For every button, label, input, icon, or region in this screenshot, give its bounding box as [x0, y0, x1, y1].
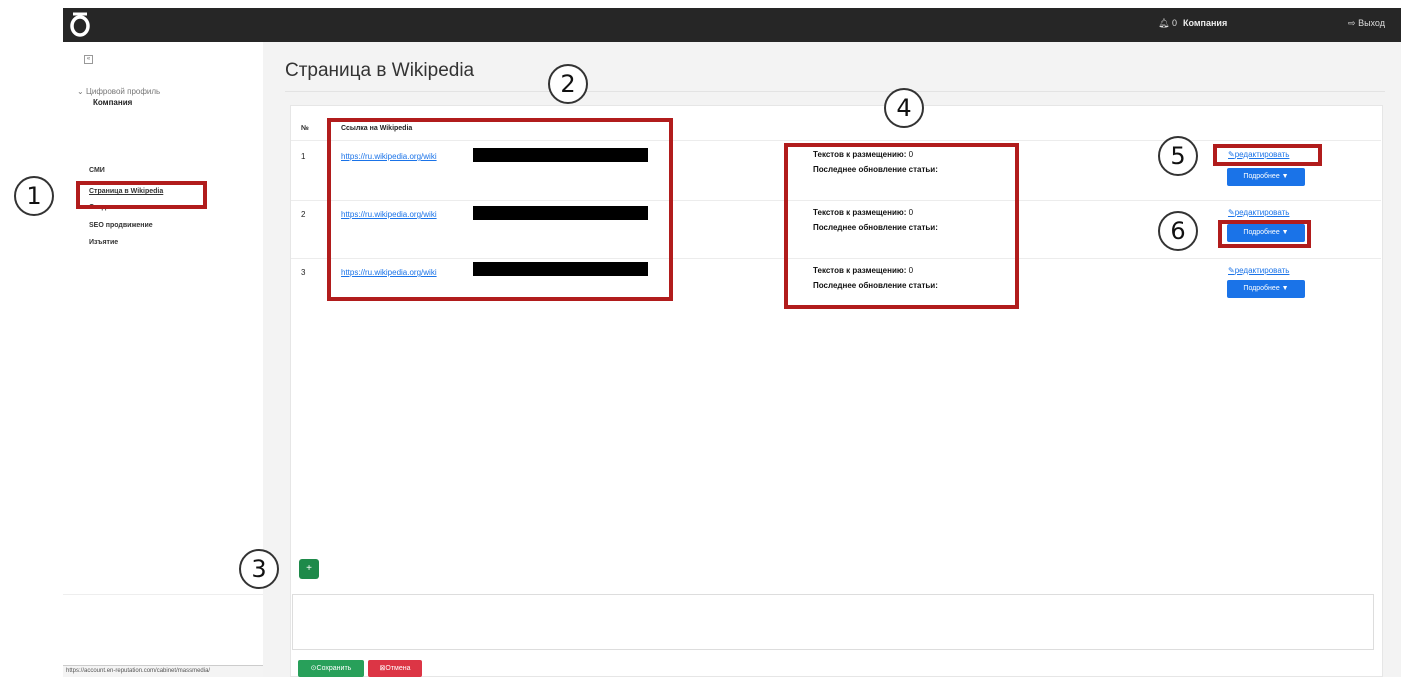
sidebar-item-removal[interactable]: Изъятие — [89, 239, 118, 246]
save-button[interactable]: ⊙Сохранить — [298, 660, 364, 677]
cancel-label: Отмена — [385, 665, 411, 672]
annotation-box-6 — [1218, 220, 1311, 248]
cancel-button[interactable]: ⊠Отмена — [368, 660, 422, 677]
status-bar-url: https://account.en-reputation.com/cabine… — [63, 665, 275, 677]
edit-link[interactable]: ✎редактировать — [1228, 208, 1289, 217]
row-number: 3 — [301, 268, 306, 277]
add-button[interactable]: + — [299, 559, 319, 579]
bell-icon: 🔔︎ — [1158, 18, 1170, 28]
annotation-marker-5: 5 — [1158, 136, 1198, 176]
annotation-box-1 — [76, 181, 207, 209]
comment-textarea[interactable] — [292, 594, 1374, 650]
details-button[interactable]: Подробнее ▼ — [1227, 280, 1305, 298]
save-label: Сохранить — [316, 665, 352, 672]
sidebar: « ⌄ Цифровой профиль Компания СМИ Страни… — [63, 42, 263, 677]
edit-label: редактировать — [1234, 266, 1290, 275]
profile-label: Цифровой профиль — [85, 87, 161, 96]
top-bar: 🔔︎ 0 Компания ⇨ Выход — [63, 8, 1401, 42]
sidebar-toggle-icon[interactable]: « — [84, 55, 93, 64]
sidebar-item-smi[interactable]: СМИ — [89, 167, 105, 174]
notification-count: 0 — [1171, 18, 1177, 28]
edit-label: редактировать — [1234, 208, 1290, 217]
annotation-marker-3: 3 — [239, 549, 279, 589]
logo-icon[interactable] — [69, 11, 91, 37]
annotation-marker-1: 1 — [14, 176, 54, 216]
sidebar-company: Компания — [93, 98, 133, 107]
annotation-marker-2: 2 — [548, 64, 588, 104]
company-name[interactable]: Компания — [1183, 18, 1227, 28]
annotation-box-4 — [784, 143, 1019, 309]
logout-icon: ⇨ — [1348, 18, 1356, 28]
row-number: 2 — [301, 210, 306, 219]
page-title: Страница в Wikipedia — [285, 60, 475, 81]
notifications[interactable]: 🔔︎ 0 — [1158, 18, 1177, 29]
logout-button[interactable]: ⇨ Выход — [1348, 18, 1385, 29]
sidebar-item-seo[interactable]: SEO продвижение — [89, 222, 153, 229]
annotation-box-2 — [327, 118, 673, 301]
annotation-box-5 — [1213, 144, 1322, 166]
annotation-marker-6: 6 — [1158, 211, 1198, 251]
edit-link[interactable]: ✎редактировать — [1228, 266, 1289, 275]
sidebar-profile-toggle[interactable]: ⌄ Цифровой профиль — [77, 87, 160, 96]
annotation-marker-4: 4 — [884, 88, 924, 128]
pencil-icon: ✎ — [1228, 208, 1235, 217]
sidebar-footer — [63, 594, 263, 654]
details-button[interactable]: Подробнее ▼ — [1227, 168, 1305, 186]
logout-label: Выход — [1358, 18, 1385, 28]
chevron-down-icon: ⌄ — [77, 87, 84, 96]
pencil-icon: ✎ — [1228, 266, 1235, 275]
row-number: 1 — [301, 152, 306, 161]
divider — [285, 91, 1385, 92]
column-header-number: № — [301, 125, 309, 132]
